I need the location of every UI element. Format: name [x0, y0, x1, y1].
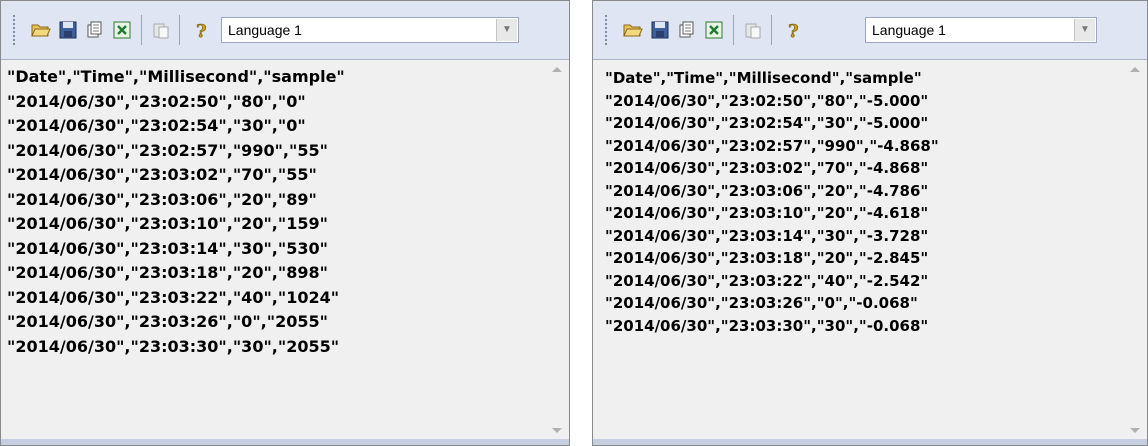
toolbar: ? Language 1 ▼ [1, 1, 569, 60]
scroll-up-icon[interactable] [552, 67, 562, 72]
help-icon[interactable]: ? [783, 20, 803, 43]
data-line: "2014/06/30","23:03:06","20","-4.786" [605, 181, 929, 200]
paste-icon[interactable] [743, 20, 763, 40]
save-icon[interactable] [58, 20, 78, 40]
data-viewer-window-right: ? Language 1 ▼ "Date","Time","Millisecon… [592, 0, 1148, 446]
data-line: "2014/06/30","23:02:50","80","0" [7, 91, 306, 111]
data-line: "2014/06/30","23:03:14","30","530" [7, 238, 328, 258]
data-line: "2014/06/30","23:03:14","30","-3.728" [605, 226, 929, 245]
toolbar-separator [771, 15, 772, 45]
toolbar-separator [733, 15, 734, 45]
vertical-scrollbar[interactable] [1127, 63, 1143, 441]
language-select-value: Language 1 [872, 22, 946, 38]
data-line: "2014/06/30","23:02:57","990","-4.868" [605, 136, 939, 155]
toolbar-separator [179, 15, 180, 45]
data-line: "2014/06/30","23:02:54","30","0" [7, 116, 306, 135]
chevron-down-icon[interactable]: ▼ [1074, 19, 1095, 41]
language-select-value: Language 1 [228, 22, 302, 38]
data-line: "2014/06/30","23:03:06","20","89" [7, 189, 317, 209]
data-line: "2014/06/30","23:03:22","40","-2.542" [605, 271, 929, 290]
data-line: "Date","Time","Millisecond","sample" [605, 69, 922, 87]
paste-icon[interactable] [151, 20, 171, 40]
scroll-up-icon[interactable] [1130, 67, 1140, 72]
scroll-down-icon[interactable] [552, 428, 562, 433]
data-viewer-window-left: ? Language 1 ▼ "Date","Time","Millisecon… [0, 0, 570, 446]
excel-export-icon[interactable] [704, 20, 724, 40]
data-text-area[interactable]: "Date","Time","Millisecond","sample" "20… [7, 65, 345, 359]
save-icon[interactable] [650, 20, 670, 40]
copy-pages-icon[interactable] [85, 20, 105, 40]
data-line: "2014/06/30","23:02:54","30","-5.000" [605, 114, 929, 132]
data-line: "2014/06/30","23:03:30","30","-0.068" [605, 316, 929, 335]
data-line: "2014/06/30","23:03:02","70","-4.868" [605, 159, 929, 177]
data-line: "Date","Time","Millisecond","sample" [7, 67, 345, 86]
language-select[interactable]: Language 1 ▼ [865, 17, 1097, 43]
data-line: "2014/06/30","23:03:10","20","159" [7, 214, 328, 233]
data-line: "2014/06/30","23:03:18","20","-2.845" [605, 249, 929, 267]
data-line: "2014/06/30","23:02:57","990","55" [7, 140, 328, 160]
toolbar-separator [141, 15, 142, 45]
toolbar-grip[interactable] [605, 15, 609, 45]
data-line: "2014/06/30","23:03:26","0","-0.068" [605, 294, 918, 312]
open-folder-icon[interactable] [31, 20, 51, 40]
excel-export-icon[interactable] [112, 20, 132, 40]
bottom-frame-strip [1, 439, 569, 445]
svg-text:?: ? [788, 21, 799, 40]
data-line: "2014/06/30","23:03:18","20","898" [7, 263, 328, 282]
data-line: "2014/06/30","23:02:50","80","-5.000" [605, 91, 929, 110]
data-line: "2014/06/30","23:03:30","30","2055" [7, 336, 340, 356]
data-line: "2014/06/30","23:03:02","70","55" [7, 165, 317, 184]
chevron-down-icon[interactable]: ▼ [496, 19, 517, 41]
help-icon[interactable]: ? [191, 20, 211, 43]
scroll-down-icon[interactable] [1130, 428, 1140, 433]
open-folder-icon[interactable] [623, 20, 643, 40]
data-line: "2014/06/30","23:03:10","20","-4.618" [605, 204, 929, 222]
data-line: "2014/06/30","23:03:26","0","2055" [7, 312, 328, 331]
toolbar: ? Language 1 ▼ [593, 1, 1147, 60]
language-select[interactable]: Language 1 ▼ [221, 17, 519, 43]
copy-pages-icon[interactable] [677, 20, 697, 40]
vertical-scrollbar[interactable] [549, 63, 565, 441]
data-line: "2014/06/30","23:03:22","40","1024" [7, 287, 340, 307]
data-text-area[interactable]: "Date","Time","Millisecond","sample" "20… [605, 67, 939, 337]
toolbar-grip[interactable] [13, 15, 17, 45]
svg-text:?: ? [196, 21, 207, 40]
bottom-frame-strip [593, 439, 1147, 445]
